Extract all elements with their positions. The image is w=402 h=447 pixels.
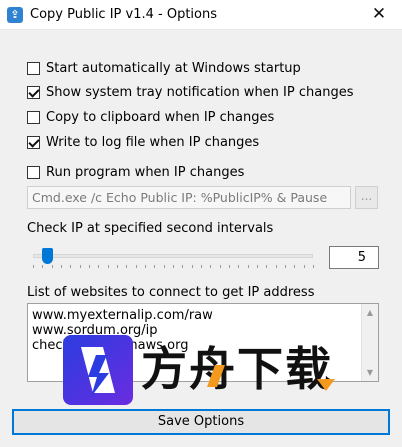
slider-thumb[interactable] bbox=[42, 248, 53, 264]
list-item[interactable]: checkip.amazonaws.org bbox=[28, 338, 378, 353]
slider-tick bbox=[275, 265, 277, 268]
title-bar: ⇪ Copy Public IP v1.4 - Options ✕ bbox=[0, 0, 402, 30]
slider-tick bbox=[42, 265, 44, 268]
slider-tick bbox=[229, 265, 230, 268]
option-write-log[interactable]: Write to log file when IP changes bbox=[27, 133, 259, 151]
vertical-scrollbar[interactable]: ▲ ▼ bbox=[361, 304, 378, 381]
checkbox[interactable] bbox=[27, 61, 40, 75]
slider-track bbox=[33, 254, 313, 258]
slider-tick bbox=[303, 265, 305, 268]
slider-tick bbox=[182, 265, 184, 268]
slider-tick bbox=[61, 265, 62, 268]
option-label: Run program when IP changes bbox=[46, 164, 245, 180]
slider-tick bbox=[51, 265, 53, 268]
save-options-button[interactable]: Save Options bbox=[12, 409, 390, 435]
browse-button[interactable]: ... bbox=[355, 186, 378, 209]
run-program-command-field[interactable]: Cmd.exe /c Echo Public IP: %PublicIP% & … bbox=[27, 186, 351, 209]
slider-tick bbox=[201, 265, 202, 268]
slider-tick bbox=[117, 265, 118, 268]
slider-tick bbox=[145, 265, 146, 268]
slider-tick bbox=[154, 265, 156, 268]
checkbox[interactable] bbox=[27, 135, 40, 149]
option-label: Start automatically at Windows startup bbox=[46, 60, 301, 76]
slider-tick bbox=[238, 265, 240, 268]
websites-label: List of websites to connect to get IP ad… bbox=[27, 285, 315, 300]
slider-tick bbox=[126, 265, 128, 268]
slider-tick bbox=[266, 265, 268, 268]
slider-tick bbox=[107, 265, 109, 268]
slider-tick bbox=[89, 265, 90, 268]
option-label: Show system tray notification when IP ch… bbox=[46, 84, 354, 100]
scroll-down-icon[interactable]: ▼ bbox=[362, 364, 378, 381]
slider-tick bbox=[33, 265, 34, 268]
slider-tick bbox=[313, 265, 314, 268]
slider-tick bbox=[163, 265, 165, 268]
slider-tick bbox=[294, 265, 296, 268]
slider-tick bbox=[219, 265, 221, 268]
slider-tick bbox=[98, 265, 100, 268]
list-item[interactable]: www.sordum.org/ip bbox=[28, 323, 378, 338]
option-label: Copy to clipboard when IP changes bbox=[46, 109, 275, 125]
slider-tick bbox=[173, 265, 174, 268]
slider-tick bbox=[285, 265, 286, 268]
slider-tick bbox=[70, 265, 72, 268]
option-tray-notification[interactable]: Show system tray notification when IP ch… bbox=[27, 83, 353, 101]
checkbox[interactable] bbox=[27, 110, 40, 124]
slider-tick bbox=[257, 265, 258, 268]
option-start-with-windows[interactable]: Start automatically at Windows startup bbox=[27, 59, 301, 77]
interval-slider[interactable] bbox=[27, 246, 319, 268]
scroll-up-icon[interactable]: ▲ bbox=[362, 304, 378, 321]
window-title: Copy Public IP v1.4 - Options bbox=[30, 7, 218, 22]
checkbox[interactable] bbox=[27, 165, 40, 179]
slider-tick bbox=[210, 265, 212, 268]
interval-value-box[interactable]: 5 bbox=[329, 246, 379, 269]
slider-tick bbox=[191, 265, 193, 268]
list-item[interactable]: www.myexternalip.com/raw bbox=[28, 308, 378, 323]
slider-tick bbox=[135, 265, 137, 268]
close-button[interactable]: ✕ bbox=[356, 0, 402, 30]
slider-tick bbox=[79, 265, 81, 268]
slider-tick bbox=[247, 265, 249, 268]
websites-list[interactable]: www.myexternalip.com/raw www.sordum.org/… bbox=[27, 303, 379, 382]
app-icon: ⇪ bbox=[7, 7, 23, 23]
option-copy-clipboard[interactable]: Copy to clipboard when IP changes bbox=[27, 108, 274, 126]
option-label: Write to log file when IP changes bbox=[46, 134, 260, 150]
checkbox[interactable] bbox=[27, 85, 40, 99]
interval-label: Check IP at specified second intervals bbox=[27, 221, 274, 236]
option-run-program[interactable]: Run program when IP changes bbox=[27, 163, 244, 181]
